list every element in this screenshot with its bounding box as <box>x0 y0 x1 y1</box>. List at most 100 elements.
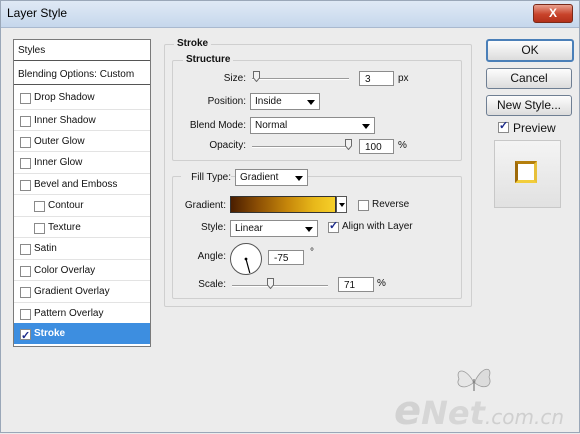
ok-button[interactable]: OK <box>486 39 574 62</box>
angle-label: Angle: <box>197 251 226 262</box>
blend-mode-label: Blend Mode: <box>189 120 246 131</box>
watermark-net: Net <box>421 394 485 432</box>
style-item-satin[interactable]: Satin <box>14 237 150 258</box>
opacity-slider-track[interactable] <box>252 146 349 148</box>
inner-shadow-checkbox[interactable] <box>20 116 31 127</box>
style-item-texture[interactable]: Texture <box>14 216 150 237</box>
style-item-stroke[interactable]: Stroke <box>14 323 150 347</box>
fill-type-label: Fill Type: <box>181 172 231 183</box>
align-with-layer-checkbox[interactable] <box>328 219 339 233</box>
stroke-checkbox[interactable] <box>20 326 31 347</box>
styles-header[interactable]: Styles <box>14 40 150 61</box>
opacity-slider-thumb[interactable] <box>345 139 352 150</box>
watermark-e: e <box>394 388 422 434</box>
style-item-inner-shadow[interactable]: Inner Shadow <box>14 109 150 130</box>
style-item-bevel-emboss[interactable]: Bevel and Emboss <box>14 173 150 194</box>
style-item-label: Bevel and Emboss <box>34 179 118 190</box>
outer-glow-checkbox[interactable] <box>20 137 31 148</box>
size-label: Size: <box>223 73 246 84</box>
pattern-overlay-checkbox[interactable] <box>20 309 31 320</box>
style-item-pattern-overlay[interactable]: Pattern Overlay <box>14 302 150 323</box>
styles-header-label: Styles <box>18 45 46 56</box>
style-item-inner-glow[interactable]: Inner Glow <box>14 151 150 172</box>
watermark-suffix: .com.cn <box>484 405 565 429</box>
size-input[interactable]: 3 <box>359 71 394 86</box>
gradient-style-select[interactable]: Linear <box>230 220 318 237</box>
reverse-checkbox[interactable] <box>358 200 369 211</box>
style-item-label: Contour <box>48 200 84 211</box>
position-select[interactable]: Inside <box>250 93 320 110</box>
preview-label: Preview <box>513 121 556 135</box>
enet-watermark: eNet.com.cn <box>394 388 565 434</box>
scale-unit: % <box>377 278 386 289</box>
align-with-layer-label: Align with Layer <box>342 221 413 232</box>
position-label: Position: <box>207 96 246 107</box>
inner-glow-checkbox[interactable] <box>20 158 31 169</box>
scale-input[interactable]: 71 <box>338 277 374 292</box>
preview-square <box>515 161 537 183</box>
style-item-label: Stroke <box>34 328 66 339</box>
size-slider-track[interactable] <box>252 78 349 80</box>
close-button[interactable]: X <box>533 4 573 23</box>
fill-type-value: Gradient <box>240 172 279 183</box>
scale-slider-thumb[interactable] <box>267 278 274 289</box>
opacity-input[interactable]: 100 <box>359 139 394 154</box>
texture-checkbox[interactable] <box>34 223 45 234</box>
contour-checkbox[interactable] <box>34 201 45 212</box>
style-item-drop-shadow[interactable]: Drop Shadow <box>14 87 150 108</box>
style-item-label: Gradient Overlay <box>34 286 110 297</box>
style-item-label: Inner Shadow <box>34 115 96 126</box>
angle-dial[interactable] <box>229 242 263 276</box>
style-item-outer-glow[interactable]: Outer Glow <box>14 130 150 151</box>
gradient-picker-dropdown[interactable] <box>336 196 347 213</box>
drop-shadow-checkbox[interactable] <box>20 93 31 104</box>
scale-slider-track[interactable] <box>232 285 328 287</box>
style-item-label: Satin <box>34 243 57 254</box>
style-item-label: Outer Glow <box>34 136 85 147</box>
style-item-label: Drop Shadow <box>34 92 95 103</box>
layer-style-dialog: Layer Style X Styles Blending Options: C… <box>0 0 580 434</box>
style-label: Style: <box>200 222 226 233</box>
size-slider-thumb[interactable] <box>253 71 260 82</box>
chevron-down-icon <box>305 227 313 232</box>
fill-type-select[interactable]: Gradient <box>235 169 308 186</box>
preview-checkbox[interactable] <box>498 119 509 133</box>
blending-options-item[interactable]: Blending Options: Custom <box>14 64 150 85</box>
position-value: Inside <box>255 96 282 107</box>
new-style-button[interactable]: New Style... <box>486 95 572 116</box>
size-unit: px <box>398 73 409 84</box>
bevel-emboss-checkbox[interactable] <box>20 180 31 191</box>
styles-list: Styles Blending Options: Custom Drop Sha… <box>13 39 151 347</box>
cancel-button[interactable]: Cancel <box>486 68 572 89</box>
gradient-label: Gradient: <box>184 200 226 211</box>
style-item-color-overlay[interactable]: Color Overlay <box>14 259 150 280</box>
opacity-unit: % <box>398 140 407 151</box>
blend-mode-select[interactable]: Normal <box>250 117 375 134</box>
close-icon: X <box>548 6 557 20</box>
blend-mode-value: Normal <box>255 120 288 131</box>
title-bar[interactable]: Layer Style X <box>1 1 579 28</box>
angle-input[interactable]: -75 <box>268 250 304 265</box>
blending-options-label: Blending Options: Custom <box>18 69 135 80</box>
reverse-label: Reverse <box>372 199 410 210</box>
satin-checkbox[interactable] <box>20 244 31 255</box>
angle-unit: ° <box>310 247 314 258</box>
style-preview-thumbnail <box>494 140 561 208</box>
stroke-section-title: Stroke <box>174 38 212 49</box>
style-item-contour[interactable]: Contour <box>14 194 150 215</box>
chevron-down-icon <box>295 176 303 181</box>
chevron-down-icon <box>307 100 315 105</box>
scale-label: Scale: <box>198 279 226 290</box>
style-item-gradient-overlay[interactable]: Gradient Overlay <box>14 280 150 301</box>
chevron-down-icon <box>362 124 370 129</box>
color-overlay-checkbox[interactable] <box>20 266 31 277</box>
gradient-swatch[interactable] <box>230 196 336 213</box>
gradient-style-value: Linear <box>235 223 263 234</box>
window-title: Layer Style <box>7 6 68 20</box>
structure-title: Structure <box>183 54 234 65</box>
style-item-label: Color Overlay <box>34 265 96 276</box>
gradient-overlay-checkbox[interactable] <box>20 287 31 298</box>
style-item-label: Pattern Overlay <box>34 308 104 319</box>
opacity-label: Opacity: <box>209 140 246 151</box>
style-item-label: Inner Glow <box>34 157 83 168</box>
